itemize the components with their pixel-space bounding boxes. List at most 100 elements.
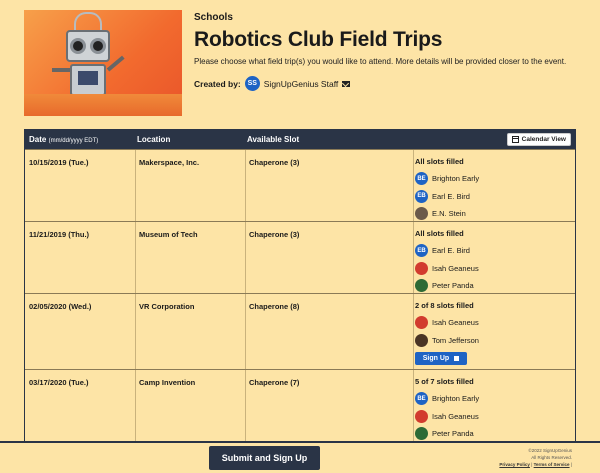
table-body: 10/15/2019 (Tue.) Makerspace, Inc. Chapero…: [25, 149, 575, 441]
column-divider: [245, 150, 246, 221]
slot-status: 5 of 7 slots filled: [415, 377, 474, 386]
slot-header: Available Slot: [247, 135, 300, 144]
participant-avatar: [415, 279, 428, 293]
terms-link[interactable]: Terms of Service: [534, 462, 570, 467]
column-divider: [245, 370, 246, 441]
robot-head-icon: [66, 30, 110, 62]
row-date: 11/21/2019 (Thu.): [29, 230, 90, 239]
participant: Tom Jefferson: [415, 332, 479, 350]
calendar-view-button[interactable]: Calendar View: [506, 133, 571, 146]
column-divider: [413, 294, 414, 369]
participant: BE Brighton Early: [415, 390, 479, 408]
page-title: Robotics Club Field Trips: [194, 28, 443, 51]
date-header: Date (mm/dd/yyyy EDT): [29, 135, 98, 144]
row-slot: Chaperone (8): [249, 302, 300, 311]
participant: EB Earl E. Bird: [415, 242, 479, 260]
table-row: 03/17/2020 (Tue.) Camp Invention Chaperone…: [25, 369, 575, 441]
participant-avatar: BE: [415, 392, 428, 406]
participant-avatar: [415, 261, 428, 275]
slot-signups: All slots filled BE Brighton Early EB Earl E…: [415, 157, 479, 223]
participant-name: Earl E. Bird: [432, 191, 470, 201]
participant: Isah Geaneus: [415, 260, 479, 278]
mail-icon[interactable]: [342, 80, 351, 87]
participant-name: E.N. Stein: [432, 209, 466, 219]
participant-avatar: BE: [415, 172, 428, 186]
participant-name: Brighton Early: [432, 174, 480, 184]
slot-status: All slots filled: [415, 157, 464, 166]
participant: EB Earl E. Bird: [415, 188, 479, 206]
signup-info: Schools Robotics Club Field Trips Please…: [194, 12, 584, 91]
participant-name: Isah Geaneus: [432, 263, 479, 273]
creator-avatar: SS: [244, 76, 260, 91]
participant-avatar: [415, 316, 428, 330]
participant-name: Tom Jefferson: [432, 335, 479, 345]
slot-status: 2 of 8 slots filled: [415, 301, 474, 310]
column-divider: [135, 294, 136, 369]
participant-name: Earl E. Bird: [432, 246, 470, 256]
sign-up-label: Sign Up: [422, 355, 450, 362]
table-row: 10/15/2019 (Tue.) Makerspace, Inc. Chapero…: [25, 149, 575, 221]
participant: Isah Geaneus: [415, 408, 479, 426]
row-date: 02/05/2020 (Wed.): [29, 302, 92, 311]
robot-image: [24, 10, 182, 116]
copyright-text: ©2022 SignUpGenius: [528, 448, 572, 453]
participant: Isah Geaneus: [415, 314, 479, 332]
participant-avatar: EB: [415, 189, 428, 203]
slots-table: Date (mm/dd/yyyy EDT) Location Available…: [24, 129, 576, 441]
participant-name: Isah Geaneus: [432, 411, 479, 421]
privacy-policy-link[interactable]: Privacy Policy: [499, 462, 530, 467]
row-date: 03/17/2020 (Tue.): [29, 378, 89, 387]
submit-button[interactable]: Submit and Sign Up: [209, 446, 320, 470]
slot-status: All slots filled: [415, 229, 464, 238]
created-by: Created by: SS SignUpGenius Staff: [194, 76, 584, 91]
participant-name: Peter Panda: [432, 429, 474, 439]
legal-info: ©2022 SignUpGenius All Rights Reserved. …: [499, 447, 572, 468]
creator-name[interactable]: SignUpGenius Staff: [264, 79, 339, 89]
rights-text: All Rights Reserved.: [531, 455, 572, 460]
page-description: Please choose what field trip(s) you wou…: [194, 57, 567, 66]
participant-avatar: [415, 207, 428, 221]
antenna-icon: [74, 12, 102, 30]
checkbox-icon: [454, 356, 460, 361]
link-separator: |: [531, 462, 533, 467]
row-slot: Chaperone (3): [249, 230, 300, 239]
participant: Peter Panda: [415, 425, 479, 441]
row-location: VR Corporation: [139, 302, 195, 311]
eye-icon: [70, 38, 86, 54]
calendar-icon: [511, 136, 519, 143]
created-by-label: Created by:: [194, 78, 241, 89]
column-divider: [135, 222, 136, 293]
location-header: Location: [137, 135, 171, 144]
participant-name: Peter Panda: [432, 281, 474, 291]
participant: E.N. Stein: [415, 205, 479, 223]
date-header-label: Date: [29, 135, 47, 144]
participant-avatar: EB: [415, 244, 428, 258]
link-separator-end: |: [570, 462, 572, 467]
category-label: Schools: [194, 12, 233, 23]
eye-icon: [90, 38, 106, 54]
participant-name: Brighton Early: [432, 394, 480, 404]
column-divider: [135, 370, 136, 441]
ground-decoration: [24, 94, 182, 116]
row-slot: Chaperone (3): [249, 158, 300, 167]
participant: BE Brighton Early: [415, 170, 479, 188]
column-divider: [413, 150, 414, 221]
table-row: 02/05/2020 (Wed.) VR Corporation Chaperone…: [25, 293, 575, 369]
row-location: Museum of Tech: [139, 230, 198, 239]
panel-icon: [78, 71, 98, 85]
column-divider: [135, 150, 136, 221]
row-date: 10/15/2019 (Tue.): [29, 158, 89, 167]
sign-up-button[interactable]: Sign Up: [415, 352, 467, 365]
slot-signups: 2 of 8 slots filled Isah Geaneus Tom Jeffe…: [415, 301, 479, 365]
participant-avatar: [415, 427, 428, 441]
column-divider: [245, 294, 246, 369]
participant-name: Isah Geaneus: [432, 318, 479, 328]
signup-header: Schools Robotics Club Field Trips Please…: [24, 10, 584, 118]
column-divider: [413, 222, 414, 293]
participant-avatar: [415, 333, 428, 347]
column-divider: [413, 370, 414, 441]
slot-signups: All slots filled EB Earl E. Bird Isah Geane…: [415, 229, 479, 295]
date-format-label: (mm/dd/yyyy EDT): [48, 138, 99, 144]
legal-links: Privacy Policy | Terms of Service |: [499, 461, 572, 468]
table-row: 11/21/2019 (Thu.) Museum of Tech Chaperone…: [25, 221, 575, 293]
